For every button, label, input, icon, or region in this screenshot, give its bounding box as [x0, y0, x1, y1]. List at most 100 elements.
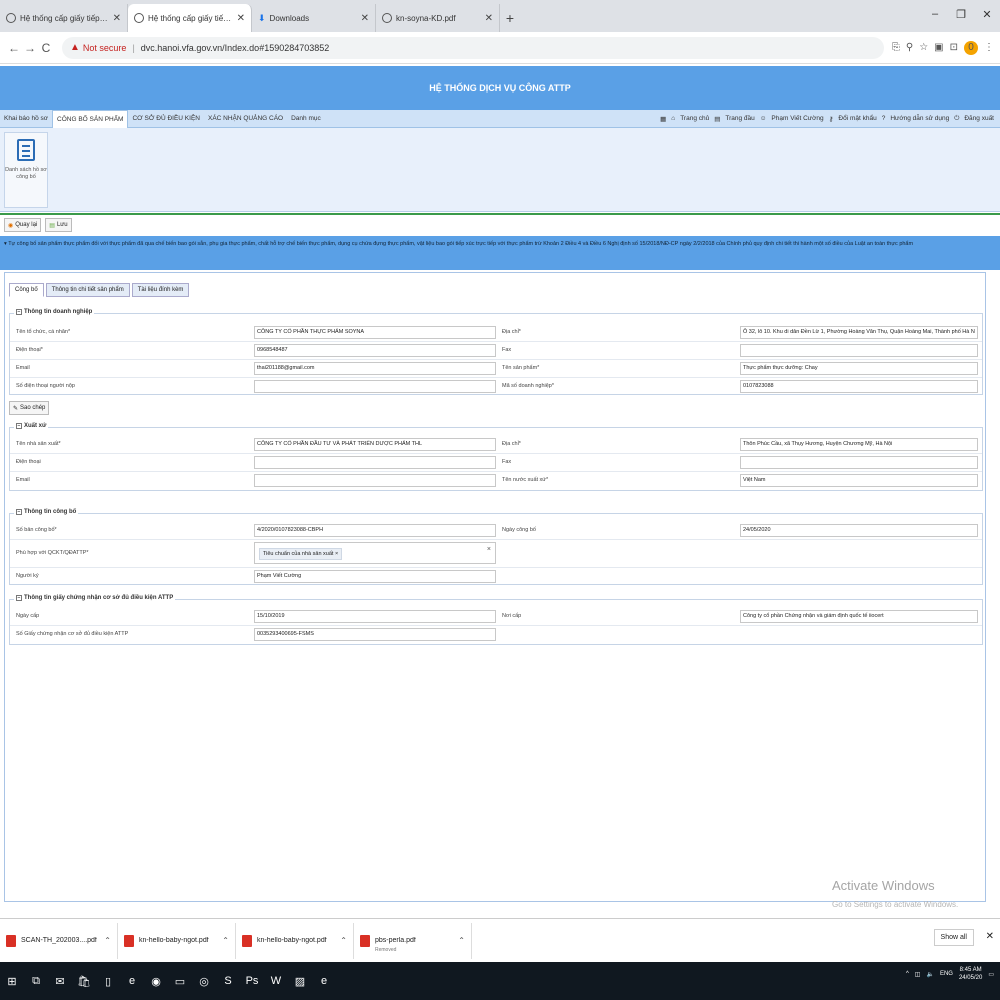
clear-icon[interactable]: ×: [487, 546, 491, 553]
file-icon[interactable]: ▯: [100, 973, 116, 989]
extension-icon[interactable]: ▣: [934, 42, 943, 53]
tab-cong-bo[interactable]: Công bố: [9, 283, 44, 297]
word-icon[interactable]: W: [268, 973, 284, 989]
chrome-icon[interactable]: ◎: [196, 973, 212, 989]
language-indicator[interactable]: ENG: [940, 971, 953, 977]
browser-tab[interactable]: ⬇ Downloads ✕: [252, 4, 376, 32]
security-label[interactable]: Not secure: [83, 43, 127, 53]
collapse-icon[interactable]: −: [16, 309, 22, 315]
logout-link[interactable]: Đăng xuất: [964, 115, 994, 122]
certificate-number-input[interactable]: 0035293400695-FSMS: [254, 628, 496, 641]
back-button[interactable]: ◉ Quay lại: [4, 218, 42, 232]
task-view-icon[interactable]: ⧉: [28, 973, 44, 989]
tag-remove-icon[interactable]: ×: [335, 551, 338, 557]
declaration-date-input[interactable]: 24/05/2020: [740, 524, 978, 537]
browser-tab[interactable]: kn-soyna-KD.pdf ✕: [376, 4, 500, 32]
close-window-icon[interactable]: ✕: [974, 0, 1000, 28]
edge-icon[interactable]: e: [124, 973, 140, 989]
notifications-icon[interactable]: ▭: [988, 971, 994, 978]
download-item[interactable]: kn-hello-baby-ngot.pdf ⌃: [118, 922, 236, 959]
windows-start-icon[interactable]: ⊞: [4, 973, 20, 989]
phone-input[interactable]: 0968548487: [254, 344, 496, 357]
chevron-up-icon[interactable]: ⌃: [458, 936, 465, 945]
collapse-icon[interactable]: −: [16, 423, 22, 429]
declaration-number-input[interactable]: 4/2020/0107823088-CBPH: [254, 524, 496, 537]
first-page-link[interactable]: Trang đầu: [725, 115, 754, 122]
home-link[interactable]: Trang chủ: [680, 115, 709, 122]
manufacturer-fax-input[interactable]: [740, 456, 978, 469]
menu-item-co-so[interactable]: CƠ SỞ ĐỦ ĐIỀU KIỆN: [128, 110, 204, 128]
user-name-link[interactable]: Phạm Viết Cường: [771, 115, 823, 122]
profile-avatar[interactable]: 0: [964, 40, 978, 55]
company-code-input[interactable]: 0107823088: [740, 380, 978, 393]
menu-item-cong-bo[interactable]: CÔNG BỐ SẢN PHẨM: [52, 109, 129, 128]
email-input[interactable]: thai201188@gmail.com: [254, 362, 496, 375]
clock[interactable]: 8:45 AM 24/05/20: [959, 966, 982, 983]
forward-arrow-icon[interactable]: →: [22, 41, 38, 55]
store-icon[interactable]: 🛍: [76, 973, 92, 989]
signer-input[interactable]: Phạm Viết Cường: [254, 570, 496, 583]
show-all-button[interactable]: Show all: [933, 929, 974, 946]
close-icon[interactable]: ✕: [237, 13, 245, 24]
close-icon[interactable]: ✕: [485, 13, 493, 24]
tray-chevron-icon[interactable]: ^: [906, 971, 909, 977]
reload-icon[interactable]: C: [38, 41, 54, 55]
minimize-icon[interactable]: –: [922, 0, 948, 28]
close-icon[interactable]: ✕: [113, 13, 121, 24]
tab-tai-lieu[interactable]: Tài liệu đính kèm: [131, 283, 190, 297]
download-item[interactable]: kn-hello-baby-ngot.pdf ⌃: [236, 922, 354, 959]
collapse-icon[interactable]: −: [16, 595, 22, 601]
tab-chi-tiet-san-pham[interactable]: Thông tin chi tiết sản phẩm: [45, 283, 130, 297]
skype-icon[interactable]: S: [220, 973, 236, 989]
url-input[interactable]: ▲ Not secure | dvc.hanoi.vfa.gov.vn/Inde…: [62, 36, 884, 59]
issue-place-input[interactable]: Công ty cổ phần Chứng nhận và giám định …: [740, 610, 978, 623]
chevron-up-icon[interactable]: ⌃: [104, 936, 111, 945]
outlook-icon[interactable]: ✉: [52, 973, 68, 989]
collapse-icon[interactable]: −: [16, 509, 22, 515]
maximize-icon[interactable]: ❐: [948, 0, 974, 28]
download-item[interactable]: pbs-perla.pdf Removed ⌃: [354, 922, 472, 959]
standard-tag[interactable]: Tiêu chuẩn của nhà sản xuất ×: [259, 548, 343, 560]
company-address-input[interactable]: Ô 32, lô 10. Khu di dân Đền Lừ 1, Phường…: [740, 326, 978, 339]
standard-multiselect[interactable]: Tiêu chuẩn của nhà sản xuất × ×: [254, 542, 496, 564]
zoom-icon[interactable]: ⚲: [906, 42, 913, 53]
change-password-link[interactable]: Đổi mật khẩu: [838, 115, 876, 122]
extension-icon[interactable]: ⊡: [950, 42, 958, 53]
save-button[interactable]: ▤ Lưu: [45, 218, 72, 232]
ribbon-list-button[interactable]: Danh sách hồ sơ công bố: [4, 132, 48, 208]
menu-dots-icon[interactable]: ⋮: [984, 42, 994, 53]
file-explorer-icon[interactable]: ▭: [172, 973, 188, 989]
download-item[interactable]: SCAN-TH_202003....pdf ⌃: [0, 922, 118, 959]
submitter-phone-input[interactable]: [254, 380, 496, 393]
close-icon[interactable]: ✕: [361, 13, 369, 24]
menu-item-quang-cao[interactable]: XÁC NHẬN QUẢNG CÁO: [204, 110, 287, 128]
ie-icon[interactable]: e: [316, 973, 332, 989]
origin-country-input[interactable]: Việt Nam: [740, 474, 978, 487]
company-name-input[interactable]: CÔNG TY CỔ PHẦN THỰC PHẨM SOYNA: [254, 326, 496, 339]
manufacturer-name-input[interactable]: CÔNG TY CỔ PHẦN ĐẦU TƯ VÀ PHÁT TRIỂN DƯỢ…: [254, 438, 496, 451]
back-arrow-icon[interactable]: ←: [6, 41, 22, 55]
manufacturer-phone-input[interactable]: [254, 456, 496, 469]
manufacturer-email-input[interactable]: [254, 474, 496, 487]
close-icon[interactable]: ✕: [986, 931, 994, 942]
network-icon[interactable]: ◫: [915, 971, 921, 978]
menu-item-khai-bao[interactable]: Khai báo hồ sơ: [0, 110, 52, 128]
app-icon[interactable]: ▨: [292, 973, 308, 989]
chevron-up-icon[interactable]: ⌃: [222, 936, 229, 945]
chevron-up-icon[interactable]: ⌃: [340, 936, 347, 945]
product-name-input[interactable]: Thực phẩm thực dưỡng: Chay: [740, 362, 978, 375]
new-tab-button[interactable]: +: [500, 4, 520, 32]
copy-button[interactable]: ✎ Sao chép: [9, 401, 50, 415]
menu-item-danh-muc[interactable]: Danh mục: [287, 110, 325, 128]
chrome-icon[interactable]: ◉: [148, 973, 164, 989]
volume-icon[interactable]: 🔈: [926, 971, 933, 978]
photoshop-icon[interactable]: Ps: [244, 973, 260, 989]
star-icon[interactable]: ☆: [919, 42, 928, 53]
issue-date-input[interactable]: 15/10/2019: [254, 610, 496, 623]
translate-icon[interactable]: ⎘: [892, 42, 900, 53]
browser-tab-active[interactable]: Hệ thống cấp giấy tiếp nhận bả ✕: [128, 4, 252, 32]
fax-input[interactable]: [740, 344, 978, 357]
browser-tab[interactable]: Hệ thống cấp giấy tiếp nhận bả ✕: [0, 4, 128, 32]
help-link[interactable]: Hướng dẫn sử dụng: [890, 115, 949, 122]
manufacturer-address-input[interactable]: Thôn Phúc Cầu, xã Thụy Hương, Huyện Chươ…: [740, 438, 978, 451]
